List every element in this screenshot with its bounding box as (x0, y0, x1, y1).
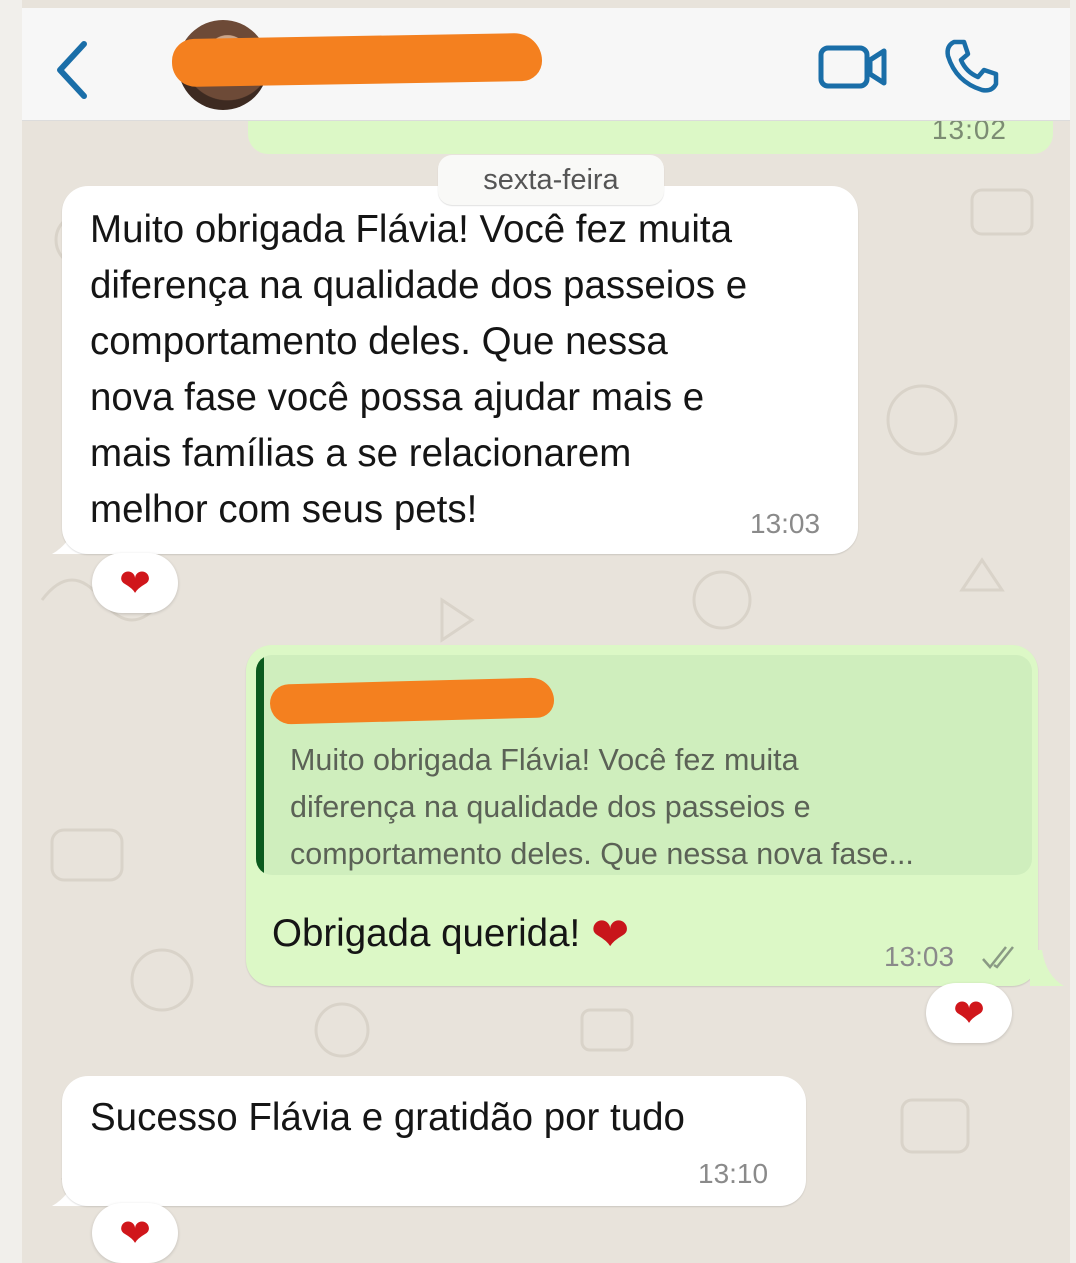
message-line: mais famílias a se relacionarem (90, 432, 632, 475)
phone-icon[interactable] (942, 36, 1002, 96)
chevron-left-icon[interactable] (52, 38, 92, 102)
quote-sender-redaction (269, 677, 555, 725)
outgoing-message-bubble[interactable]: Muito obrigada Flávia! Você fez muita di… (246, 645, 1038, 986)
quote-line: Muito obrigada Flávia! Você fez muita (290, 743, 799, 777)
bubble-tail (1030, 950, 1064, 986)
message-line: Muito obrigada Flávia! Você fez muita (90, 208, 732, 251)
heart-reaction[interactable]: ❤ (926, 983, 1012, 1043)
double-check-icon (982, 946, 1014, 969)
heart-reaction[interactable]: ❤ (92, 553, 178, 613)
message-body: Obrigada querida! (272, 912, 581, 955)
message-line: melhor com seus pets! (90, 488, 478, 531)
quote-line: diferença na qualidade dos passeios e (290, 790, 811, 824)
message-line: comportamento deles. Que nessa (90, 320, 668, 363)
message-text: Sucesso Flávia e gratidão por tudo (90, 1096, 685, 1139)
quote-accent-bar (256, 655, 264, 875)
heart-icon: ❤ (953, 993, 985, 1035)
message-time: 13:03 (750, 508, 821, 539)
heart-emoji: ❤ (590, 908, 630, 960)
heart-icon: ❤ (119, 563, 151, 605)
quoted-message[interactable]: Muito obrigada Flávia! Você fez muita di… (256, 655, 1032, 875)
heart-icon: ❤ (119, 1213, 151, 1255)
heart-reaction[interactable]: ❤ (92, 1203, 178, 1263)
message-text: Muito obrigada Flávia! Você fez muita di… (90, 202, 850, 538)
date-separator: sexta-feira (438, 155, 664, 205)
message-line: diferença na qualidade dos passeios e (90, 264, 748, 307)
chat-header (22, 8, 1070, 121)
incoming-message-bubble[interactable]: Muito obrigada Flávia! Você fez muita di… (62, 186, 858, 554)
contact-name-redaction[interactable] (171, 32, 543, 88)
message-text: Obrigada querida! ❤ (272, 907, 629, 961)
quote-line: comportamento deles. Que nessa nova fase… (290, 837, 914, 871)
incoming-message-bubble[interactable]: Sucesso Flávia e gratidão por tudo 13:10 (62, 1076, 806, 1206)
video-camera-icon[interactable] (818, 42, 888, 92)
chat-wallpaper: 13:02 sexta-feira Muito obrigada Flávia!… (22, 0, 1070, 1263)
message-time: 13:10 (698, 1158, 769, 1189)
message-line: nova fase você possa ajudar mais e (90, 376, 705, 419)
quote-text: Muito obrigada Flávia! Você fez muita di… (290, 737, 1020, 875)
message-time: 13:03 (884, 941, 955, 972)
